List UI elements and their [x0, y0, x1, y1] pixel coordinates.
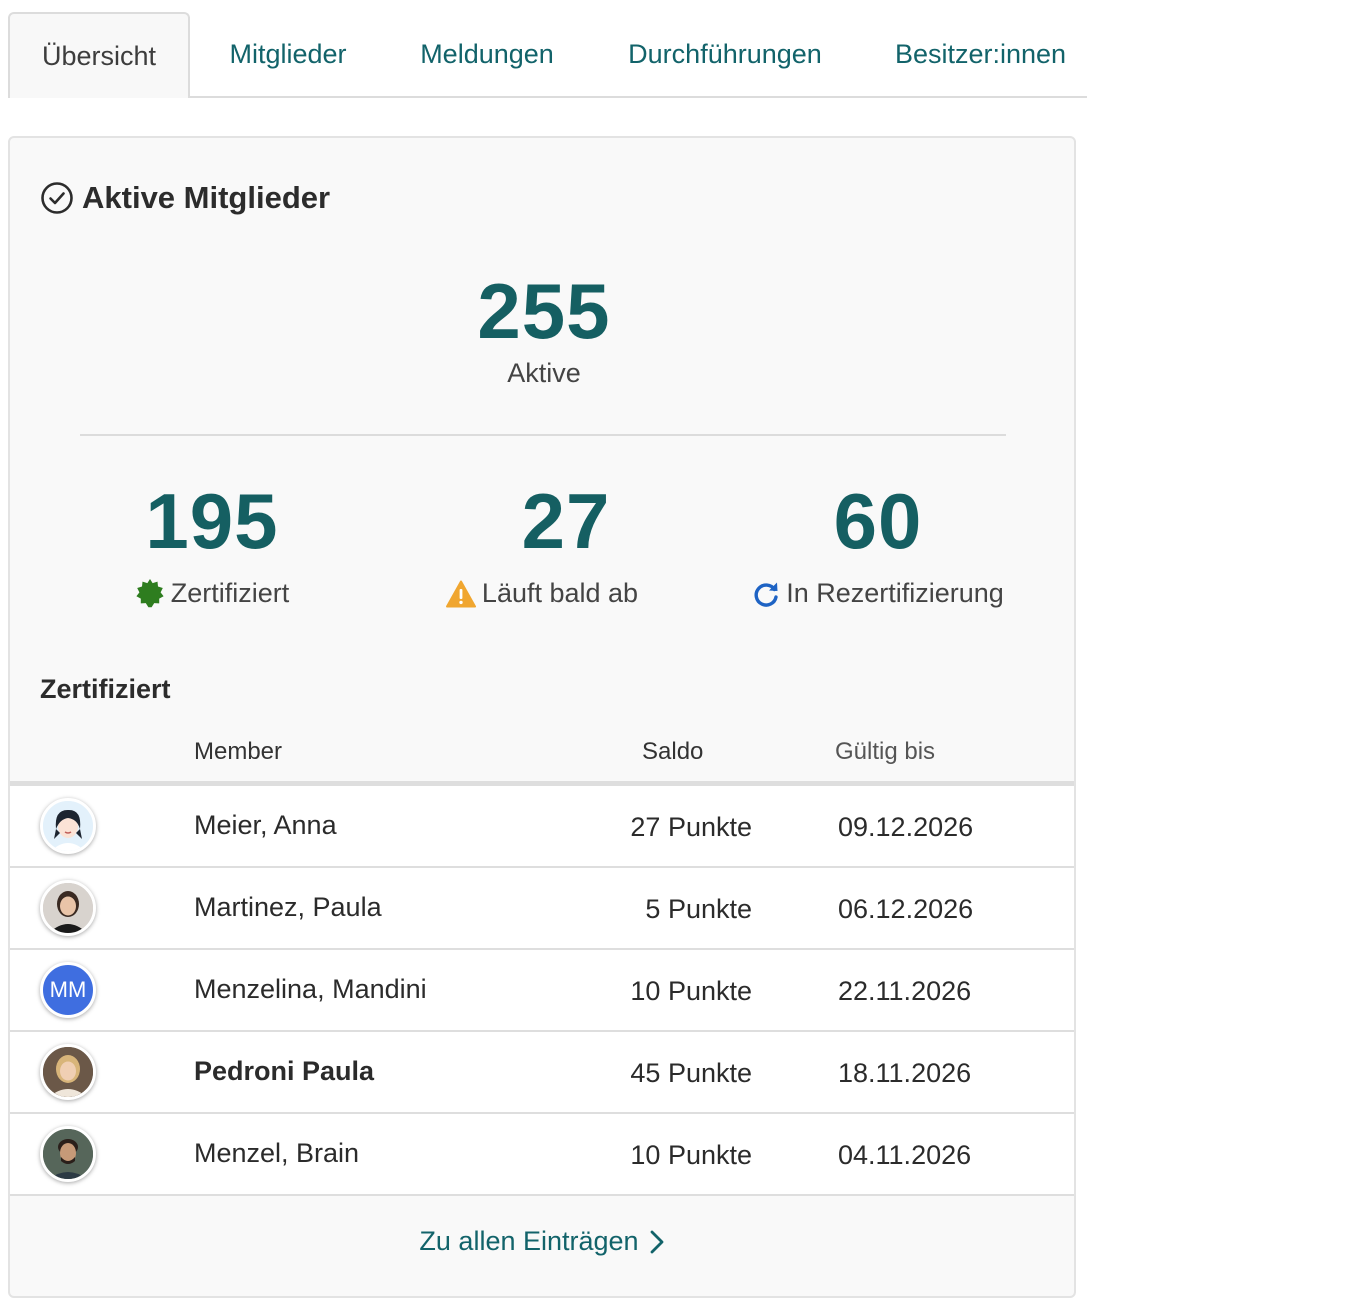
table-row[interactable]: Menzel, Brain 10 Punkte 04.11.2026	[10, 1114, 1074, 1196]
member-name[interactable]: Menzelina, Mandini	[194, 974, 427, 1005]
expiring-label: Läuft bald ab	[481, 578, 639, 608]
expiring-count: 27	[521, 477, 611, 565]
recertification-count: 60	[833, 477, 923, 565]
member-saldo: 10 Punkte	[630, 1140, 752, 1170]
member-name[interactable]: Meier, Anna	[194, 810, 337, 841]
section-title: Zertifiziert	[40, 674, 171, 704]
card-title-text: Aktive Mitglieder	[82, 180, 331, 215]
active-count: 255	[477, 267, 611, 355]
all-entries-link[interactable]: Zu allen Einträgen	[10, 1226, 1074, 1257]
all-entries-label: Zu allen Einträgen	[419, 1226, 639, 1256]
divider	[80, 434, 1006, 436]
member-name[interactable]: Pedroni Paula	[194, 1056, 374, 1087]
card-title: Aktive Mitglieder	[40, 178, 330, 218]
chevron-right-icon	[649, 1229, 665, 1255]
member-valid-until: 22.11.2026	[838, 976, 972, 1006]
recertification-stat: In Rezertifizierung	[728, 578, 1028, 609]
table-row[interactable]: Pedroni Paula 45 Punkte 18.11.2026	[10, 1032, 1074, 1114]
certified-label: Zertifiziert	[170, 578, 290, 608]
member-valid-until: 06.12.2026	[838, 894, 974, 924]
avatar: MM	[40, 962, 96, 1018]
member-valid-until: 09.12.2026	[838, 812, 974, 842]
avatar	[40, 798, 96, 854]
check-circle-icon	[40, 181, 74, 215]
member-valid-until: 18.11.2026	[838, 1058, 972, 1088]
tab-mitglieder[interactable]: Mitglieder	[208, 12, 368, 96]
avatar	[40, 1126, 96, 1182]
column-header-saldo[interactable]: Saldo	[642, 738, 703, 766]
member-saldo: 5 Punkte	[645, 894, 752, 924]
table-row[interactable]: Martinez, Paula 5 Punkte 06.12.2026	[10, 868, 1074, 950]
refresh-icon	[752, 580, 780, 608]
certified-badge-icon	[135, 578, 165, 609]
certified-stat: Zertifiziert	[62, 578, 362, 609]
column-header-valid[interactable]: Gültig bis	[835, 738, 935, 766]
tab-uebersicht[interactable]: Übersicht	[8, 12, 190, 98]
certified-count: 195	[145, 477, 279, 565]
avatar-initials: MM	[49, 977, 87, 1002]
column-header-member[interactable]: Member	[194, 738, 282, 766]
member-name[interactable]: Martinez, Paula	[194, 892, 382, 923]
active-label: Aktive	[507, 358, 581, 388]
active-members-card: Aktive Mitglieder 255 Aktive 195 Zertifi…	[8, 136, 1076, 1298]
tab-besitzerinnen[interactable]: Besitzer:innen	[878, 12, 1083, 96]
avatar	[40, 880, 96, 936]
expiring-stat: Läuft bald ab	[392, 578, 692, 609]
tab-bar: Übersicht Mitglieder Meldungen Durchführ…	[8, 12, 1087, 98]
warning-icon	[445, 580, 476, 608]
recertification-label: In Rezertifizierung	[786, 578, 1004, 608]
table-row[interactable]: MM Menzelina, Mandini 10 Punkte 22.11.20…	[10, 950, 1074, 1032]
member-valid-until: 04.11.2026	[838, 1140, 972, 1170]
member-name[interactable]: Menzel, Brain	[194, 1138, 359, 1169]
table-row[interactable]: Meier, Anna 27 Punkte 09.12.2026	[10, 786, 1074, 868]
avatar	[40, 1044, 96, 1100]
member-saldo: 10 Punkte	[630, 976, 752, 1006]
tab-durchfuehrungen[interactable]: Durchführungen	[612, 12, 838, 96]
member-saldo: 45 Punkte	[630, 1058, 752, 1088]
tab-meldungen[interactable]: Meldungen	[402, 12, 572, 96]
member-saldo: 27 Punkte	[630, 812, 752, 842]
